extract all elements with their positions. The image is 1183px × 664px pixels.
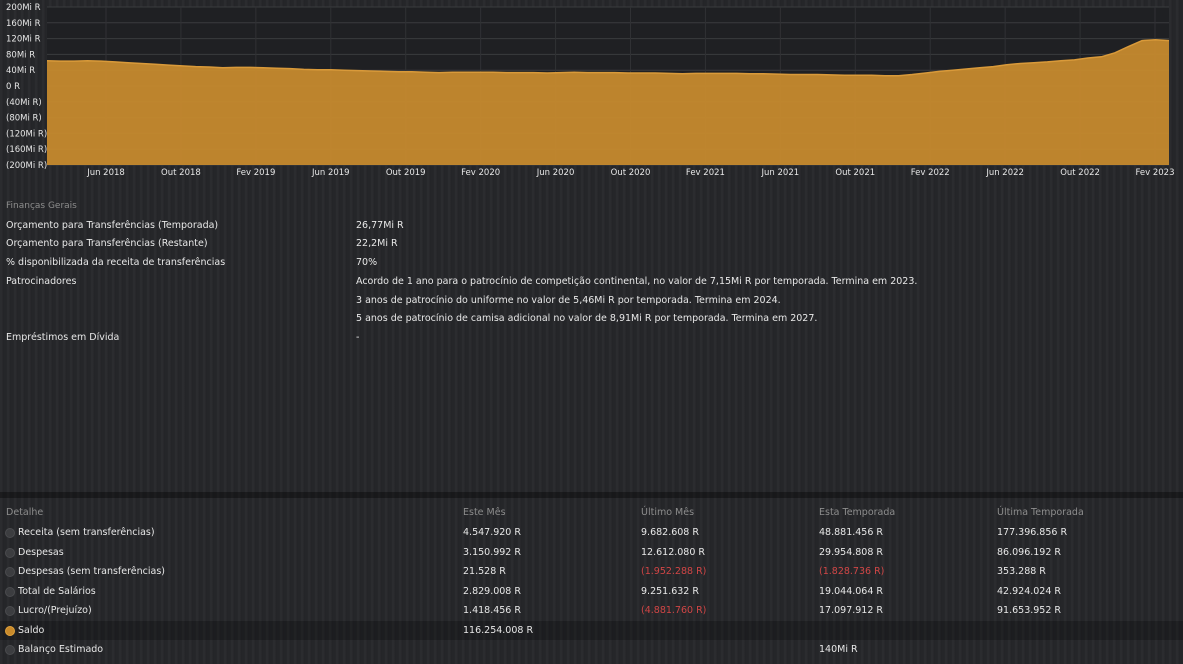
detail-cell: 42.924.024 R [997, 586, 1062, 597]
finance-row: Orçamento para Transferências (Restante)… [0, 234, 1183, 253]
x-tick-label: Out 2019 [386, 168, 426, 178]
sponsor-item: 5 anos de patrocínio de camisa adicional… [356, 313, 818, 324]
detail-row-label: Lucro/(Prejuízo) [5, 601, 92, 620]
y-tick-label: (120Mi R) [6, 129, 47, 139]
detail-row-label: Receita (sem transferências) [5, 523, 155, 542]
sponsors-row: 5 anos de patrocínio de camisa adicional… [0, 309, 1183, 328]
x-tick-label: Jun 2020 [536, 168, 575, 178]
detail-cell: 48.881.456 R [819, 527, 884, 538]
detail-cell: (1.952.288 R) [641, 566, 707, 577]
last-month-header[interactable]: Último Mês [641, 503, 694, 522]
finance-value: 70% [356, 257, 378, 268]
x-tick-label: Jun 2021 [761, 168, 800, 178]
detail-row-label: Total de Salários [5, 582, 96, 601]
y-tick-label: 0 R [6, 82, 20, 92]
y-tick-label: 120Mi R [6, 35, 41, 45]
x-tick-label: Fev 2019 [236, 168, 275, 178]
detail-row[interactable]: Despesas (sem transferências) 21.528 R (1.… [0, 562, 1183, 581]
finance-label: % disponibilizada da receita de transfer… [6, 257, 226, 268]
y-tick-label: 80Mi R [6, 50, 35, 60]
saldo-row[interactable]: Saldo 116.254.008 R [0, 621, 1183, 640]
detail-header[interactable]: Detalhe [6, 503, 43, 522]
detail-cell: 9.682.608 R [641, 527, 699, 538]
finance-label: Orçamento para Transferências (Restante) [6, 238, 208, 249]
expand-icon [5, 605, 15, 616]
coin-icon [5, 625, 15, 636]
detail-cell: 86.096.192 R [997, 547, 1062, 558]
detail-cell: 29.954.808 R [819, 547, 884, 558]
this-month-header[interactable]: Este Mês [463, 503, 506, 522]
detail-row[interactable]: Lucro/(Prejuízo) 1.418.456 R (4.881.760 R)… [0, 601, 1183, 620]
finance-row: % disponibilizada da receita de transfer… [0, 253, 1183, 272]
sponsors-row: Patrocinadores Acordo de 1 ano para o pa… [0, 272, 1183, 291]
x-tick-label: Fev 2020 [461, 168, 500, 178]
finance-value: 26,77Mi R [356, 220, 404, 231]
x-tick-label: Out 2021 [835, 168, 875, 178]
detail-cell: 4.547.920 R [463, 527, 521, 538]
detail-row-label: Despesas [5, 543, 64, 562]
x-tick-label: Jun 2019 [311, 168, 350, 178]
y-tick-label: (160Mi R) [6, 145, 47, 155]
finance-label: Orçamento para Transferências (Temporada… [6, 220, 219, 231]
detail-row-label: Despesas (sem transferências) [5, 562, 165, 581]
sponsors-row: 3 anos de patrocínio do uniforme no valo… [0, 291, 1183, 310]
detail-row[interactable]: Receita (sem transferências) 4.547.920 R 9… [0, 523, 1183, 542]
finance-row: Orçamento para Transferências (Temporada… [0, 216, 1183, 235]
detail-cell: 177.396.856 R [997, 527, 1068, 538]
sponsor-item: Acordo de 1 ano para o patrocínio de com… [356, 276, 918, 287]
expand-icon [5, 586, 15, 597]
detail-cell: 19.044.064 R [819, 586, 884, 597]
detail-cell: 353.288 R [997, 566, 1046, 577]
balanco-label: Balanço Estimado [5, 640, 103, 659]
detail-cell: (1.828.736 R) [819, 566, 885, 577]
y-tick-label: (200Mi R) [6, 161, 47, 171]
expand-icon [5, 566, 15, 577]
detail-row[interactable]: Despesas 3.150.992 R 12.612.080 R 29.954.80… [0, 543, 1183, 562]
sponsor-item: 3 anos de patrocínio do uniforme no valo… [356, 295, 781, 306]
y-tick-label: 160Mi R [6, 19, 41, 29]
detail-cell: 21.528 R [463, 566, 506, 577]
y-tick-label: 200Mi R [6, 3, 41, 13]
last-season-header[interactable]: Última Temporada [997, 503, 1084, 522]
x-tick-label: Jun 2022 [985, 168, 1024, 178]
x-tick-label: Out 2018 [161, 168, 201, 178]
y-tick-label: 40Mi R [6, 66, 35, 76]
detail-cell: 9.251.632 R [641, 586, 699, 597]
x-tick-label: Jun 2018 [86, 168, 125, 178]
loans-row: Empréstimos em Dívida - [0, 328, 1183, 347]
sponsors-label: Patrocinadores [6, 276, 77, 287]
x-tick-label: Out 2020 [611, 168, 651, 178]
detail-cell: 17.097.912 R [819, 605, 884, 616]
loans-value: - [356, 332, 360, 343]
balanco-value: 140Mi R [819, 644, 858, 655]
y-tick-label: (80Mi R) [6, 114, 42, 124]
this-season-header[interactable]: Esta Temporada [819, 503, 895, 522]
detail-row[interactable]: Total de Salários 2.829.008 R 9.251.632 R 1… [0, 582, 1183, 601]
y-tick-label: (40Mi R) [6, 98, 42, 108]
detail-cell: (4.881.760 R) [641, 605, 707, 616]
expand-icon [5, 547, 15, 558]
x-tick-label: Fev 2021 [686, 168, 725, 178]
balanco-row[interactable]: Balanço Estimado 140Mi R [0, 640, 1183, 659]
loans-label: Empréstimos em Dívida [6, 332, 120, 343]
x-tick-label: Out 2022 [1060, 168, 1100, 178]
balance-chart: 200Mi R 160Mi R 120Mi R 80Mi R 40Mi R 0 R (40M… [6, 3, 1175, 178]
saldo-value: 116.254.008 R [463, 625, 534, 636]
saldo-label: Saldo [5, 621, 44, 640]
expand-icon [5, 527, 15, 538]
finance-value: 22,2Mi R [356, 238, 398, 249]
finance-section-title: Finanças Gerais [6, 201, 77, 211]
detail-cell: 3.150.992 R [463, 547, 521, 558]
detail-cell: 12.612.080 R [641, 547, 706, 558]
detail-cell: 2.829.008 R [463, 586, 521, 597]
x-tick-label: Fev 2022 [911, 168, 950, 178]
detail-cell: 91.653.952 R [997, 605, 1062, 616]
detail-cell: 1.418.456 R [463, 605, 521, 616]
x-tick-label: Fev 2023 [1135, 168, 1174, 178]
section-divider [0, 492, 1183, 498]
detail-header-row: Detalhe Este Mês Último Mês Esta Tempora… [0, 503, 1183, 522]
expand-icon [5, 644, 15, 655]
